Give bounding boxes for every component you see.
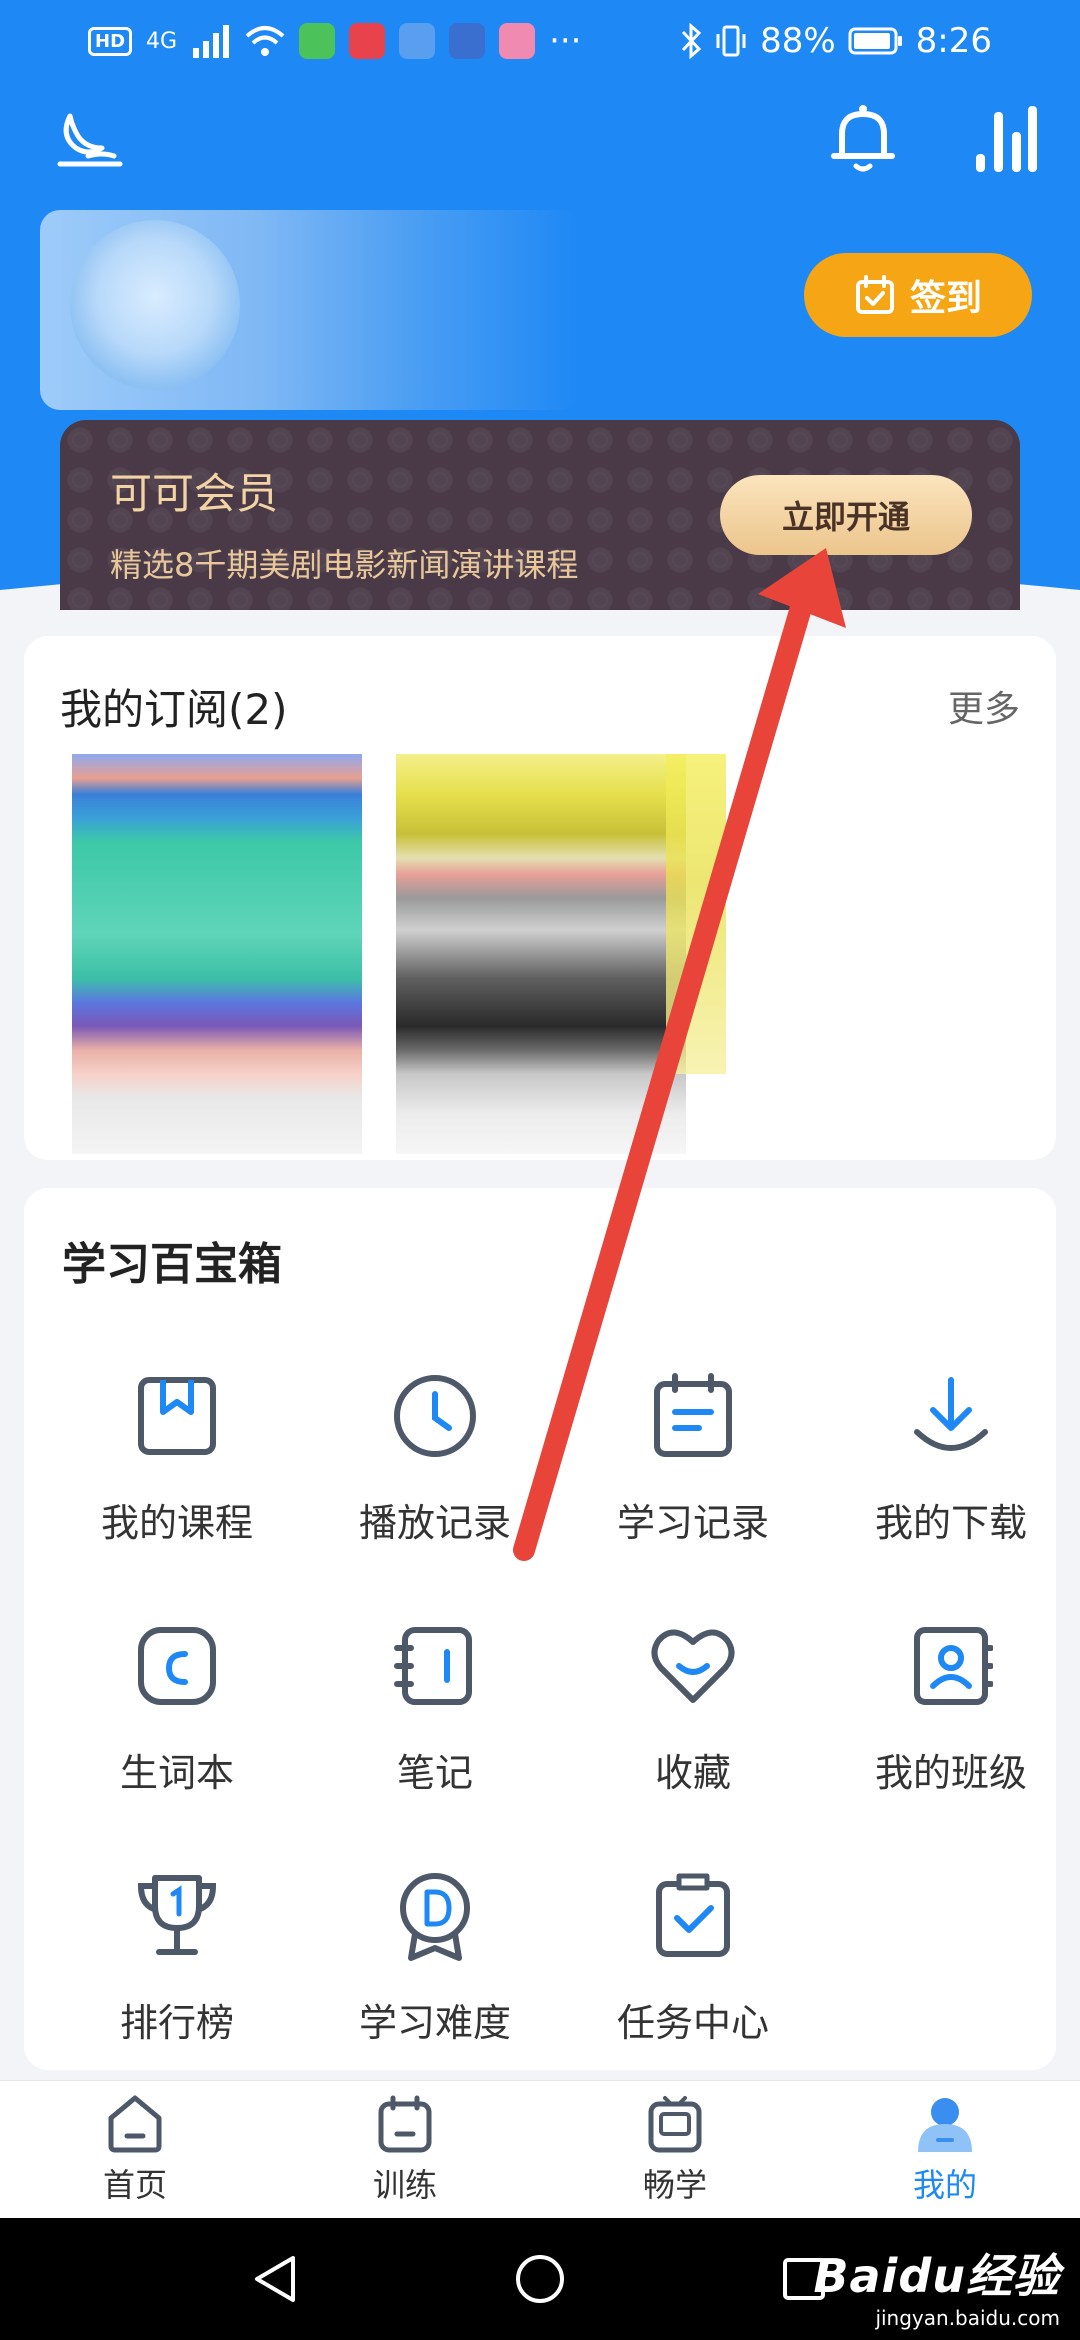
subscription-more-link[interactable]: 更多 (948, 680, 1020, 732)
tool-my-courses[interactable]: 我的课程 (48, 1368, 306, 1547)
subscription-thumbnail[interactable] (396, 754, 726, 1154)
tool-label: 笔记 (396, 1751, 473, 1795)
subscription-thumbnail[interactable] (72, 754, 362, 1154)
trophy-icon (129, 1868, 225, 1964)
toolbox-card: 学习百宝箱 我的课程 播放记录 学习记录 我的下载 生词本 笔记 收藏 我的班级… (24, 1188, 1056, 2070)
tool-label: 学习难度 (358, 2001, 511, 2045)
nav-label: 首页 (102, 2165, 167, 2204)
notification-bell-icon[interactable] (830, 104, 896, 174)
signal-icon (193, 25, 230, 58)
heart-icon (645, 1618, 741, 1714)
vip-title: 可可会员 (110, 469, 279, 518)
video-icon (648, 2095, 702, 2152)
notebook-icon (387, 1618, 483, 1714)
stats-icon[interactable] (970, 102, 1040, 174)
watermark-url: jingyan.baidu.com (875, 2306, 1060, 2330)
app-notification-icon (299, 23, 336, 59)
training-icon (378, 2095, 432, 2152)
app-notification-icon (399, 23, 436, 59)
tool-label: 播放记录 (358, 1501, 511, 1545)
app-notification-icon (349, 23, 386, 59)
bluetooth-icon (681, 23, 702, 59)
tool-label: 学习记录 (616, 1501, 769, 1545)
app-notification-icon (449, 23, 486, 59)
nav-label: 训练 (372, 2165, 437, 2204)
subscription-card: 我的订阅(2) 更多 (24, 636, 1056, 1160)
tool-difficulty[interactable]: 学习难度 (306, 1868, 564, 2047)
clock-icon (387, 1368, 483, 1464)
tool-task-center[interactable]: 任务中心 (564, 1868, 822, 2047)
tool-leaderboard[interactable]: 排行榜 (48, 1868, 306, 2047)
more-notifications-icon: ··· (549, 21, 582, 61)
battery-percent: 88% (760, 21, 836, 61)
tool-play-history[interactable]: 播放记录 (306, 1368, 564, 1547)
clock: 8:26 (915, 21, 992, 61)
wifi-icon (245, 26, 285, 56)
bottom-nav: 首页 训练 畅学 我的 (0, 2080, 1080, 2218)
checkin-button[interactable]: 签到 (804, 253, 1032, 337)
baidu-jingyan-logo: Baidu经验 (813, 2249, 1060, 2303)
vip-activate-button[interactable]: 立即开通 (720, 475, 972, 555)
status-bar: HD 4G ··· 88% 8:26 (0, 0, 1080, 82)
task-clipboard-icon (645, 1868, 741, 1964)
tool-label: 收藏 (654, 1751, 731, 1795)
tool-label: 排行榜 (119, 2001, 234, 2045)
hd-icon: HD (88, 26, 133, 56)
nav-profile[interactable]: 我的 (810, 2081, 1080, 2218)
nav-learn[interactable]: 畅学 (540, 2081, 810, 2218)
nav-home[interactable]: 首页 (0, 2081, 270, 2218)
bookmark-book-icon (129, 1368, 225, 1464)
tool-vocabulary[interactable]: 生词本 (48, 1618, 306, 1797)
network-type: 4G (146, 28, 178, 54)
night-mode-icon[interactable] (56, 108, 126, 172)
subscription-title: 我的订阅(2) (60, 685, 288, 734)
back-icon[interactable] (249, 2252, 303, 2306)
tool-label: 我的下载 (874, 1501, 1027, 1545)
calendar-check-icon (855, 275, 894, 314)
checkin-label: 签到 (909, 278, 982, 319)
vibrate-icon (716, 25, 746, 57)
tool-label: 我的课程 (100, 1501, 253, 1545)
download-icon (903, 1368, 999, 1464)
tool-my-downloads[interactable]: 我的下载 (822, 1368, 1080, 1547)
vip-banner[interactable]: 可可会员 精选8千期美剧电影新闻演讲课程 立即开通 (60, 420, 1020, 610)
tool-favorites[interactable]: 收藏 (564, 1618, 822, 1797)
vocabulary-icon (129, 1618, 225, 1714)
nav-training[interactable]: 训练 (270, 2081, 540, 2218)
tool-label: 任务中心 (616, 2001, 769, 2045)
tool-label: 我的班级 (874, 1751, 1027, 1795)
home-circle-icon[interactable] (513, 2252, 567, 2306)
nav-label: 畅学 (642, 2165, 707, 2204)
tool-my-class[interactable]: 我的班级 (822, 1618, 1080, 1797)
tool-label: 生词本 (119, 1751, 234, 1795)
vip-subtitle: 精选8千期美剧电影新闻演讲课程 (110, 546, 579, 584)
home-icon (108, 2095, 162, 2152)
toolbox-title: 学习百宝箱 (62, 1239, 282, 1290)
avatar[interactable] (70, 220, 240, 390)
difficulty-medal-icon (387, 1868, 483, 1964)
calendar-notes-icon (645, 1368, 741, 1464)
battery-icon (848, 27, 902, 55)
tool-notes[interactable]: 笔记 (306, 1618, 564, 1797)
app-notification-icon (499, 23, 536, 59)
watermark: Baidu经验 jingyan.baidu.com (813, 2240, 1060, 2330)
tool-study-records[interactable]: 学习记录 (564, 1368, 822, 1547)
class-contact-icon (903, 1618, 999, 1714)
profile-icon (918, 2097, 972, 2152)
nav-label: 我的 (912, 2165, 977, 2204)
